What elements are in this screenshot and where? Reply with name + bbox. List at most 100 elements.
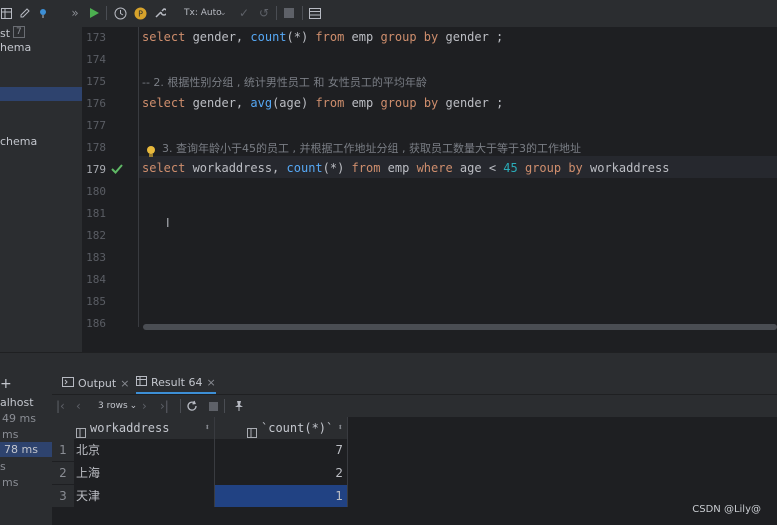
service-item-selected[interactable]: 78 ms xyxy=(0,442,52,457)
function-name: avg xyxy=(250,96,273,110)
result-toolbar: |‹ ‹ 3 rows ⌄ › ›| xyxy=(52,395,777,418)
toolbar-divider xyxy=(302,6,303,20)
keyword: select xyxy=(142,96,186,110)
close-icon[interactable]: × xyxy=(206,376,215,389)
column-header-workaddress[interactable]: workaddress ⬍ xyxy=(74,417,214,439)
keyword: where xyxy=(416,161,453,175)
lightbulb-icon[interactable] xyxy=(144,143,158,157)
sort-icon[interactable]: ⬍ xyxy=(338,417,343,439)
table-cell[interactable]: 天津 xyxy=(74,485,214,507)
code-text: emp xyxy=(380,161,417,175)
tab-result[interactable]: Result 64 × xyxy=(136,372,216,394)
rows-count-select[interactable]: 3 rows ⌄ xyxy=(98,397,137,415)
first-page-icon[interactable]: |‹ xyxy=(56,397,65,415)
table-cell[interactable]: 2 xyxy=(215,462,343,484)
column-header-label: workaddress xyxy=(90,421,170,435)
table-icon[interactable] xyxy=(308,4,322,22)
code-text: age < xyxy=(452,161,504,175)
run-icon[interactable] xyxy=(86,4,102,22)
code-line-179: select workaddress, count(*) from emp wh… xyxy=(142,161,669,175)
column-header-count[interactable]: `count(*)` ⬍ xyxy=(215,417,347,439)
table-cell-selected[interactable]: 1 xyxy=(215,485,347,507)
history-icon[interactable] xyxy=(112,4,128,22)
horizontal-scrollbar[interactable] xyxy=(143,324,777,330)
next-page-icon[interactable]: › xyxy=(142,397,147,415)
sql-editor[interactable]: select gender, count(*) from emp group b… xyxy=(138,27,777,352)
code-line-176: select gender, avg(age) from emp group b… xyxy=(142,96,503,110)
line-number: 181 xyxy=(86,207,106,220)
watermark: CSDN @Lily@ xyxy=(692,504,761,515)
table-cell[interactable]: 北京 xyxy=(74,439,214,461)
keyword: from xyxy=(351,161,381,175)
chevron-double-right-icon[interactable]: » xyxy=(68,4,82,22)
close-icon[interactable]: × xyxy=(120,377,129,390)
tree-item[interactable]: hema xyxy=(0,41,31,54)
tab-output[interactable]: Output × xyxy=(62,372,129,394)
grid-icon[interactable] xyxy=(0,4,12,22)
line-number: 183 xyxy=(86,251,106,264)
row-number: 3 xyxy=(52,485,74,507)
line-number: 178 xyxy=(86,141,106,154)
tab-result-label: Result 64 xyxy=(151,375,203,389)
number-literal: 45 xyxy=(503,161,518,175)
wrench-icon[interactable] xyxy=(152,4,168,22)
keyword: group by xyxy=(380,30,439,44)
refresh-icon[interactable] xyxy=(186,397,198,415)
code-comment-178: 3. 查询年龄小于45的员工 , 并根据工作地址分组 , 获取员工数量大于等于3… xyxy=(162,142,581,155)
column-header-label: `count(*)` xyxy=(261,421,334,435)
toolbar-divider xyxy=(106,6,107,20)
result-grid: workaddress ⬍ `count(*)` ⬍ 1 北京 7 2 上海 2… xyxy=(52,417,777,525)
code-line-173: select gender, count(*) from emp group b… xyxy=(142,30,503,44)
code-text: (*) xyxy=(322,161,352,175)
tree-item[interactable]: chema xyxy=(0,135,37,148)
service-item[interactable]: alhost xyxy=(0,396,34,409)
column-divider xyxy=(347,417,348,507)
services-panel: + alhost 49 ms ms 78 ms s ms xyxy=(0,372,52,525)
line-number: 175 xyxy=(86,75,106,88)
function-name: count xyxy=(250,30,287,44)
code-comment-175: -- 2. 根据性别分组 , 统计男性员工 和 女性员工的平均年龄 xyxy=(142,76,427,89)
stop-icon[interactable] xyxy=(282,4,296,22)
previous-page-icon[interactable]: ‹ xyxy=(76,397,81,415)
toolbar-divider xyxy=(180,399,181,413)
line-number: 179 xyxy=(86,163,106,176)
add-icon[interactable]: + xyxy=(0,376,12,392)
count-badge: 7 xyxy=(13,26,25,38)
edit-icon[interactable] xyxy=(18,4,32,22)
cell-value: 2 xyxy=(335,466,343,480)
service-time: 49 ms xyxy=(2,412,36,425)
code-text: gender ; xyxy=(438,30,504,44)
result-tabs: Output × Result 64 × xyxy=(52,372,777,395)
code-text: (age) xyxy=(272,96,316,110)
grid-icon xyxy=(136,375,147,389)
commit-icon[interactable]: ✓ xyxy=(236,4,252,22)
row-number: 2 xyxy=(52,462,74,484)
chevron-down-icon[interactable]: ⌄ xyxy=(218,4,228,22)
profile-icon[interactable]: P xyxy=(132,4,148,22)
service-time: ms xyxy=(2,476,19,489)
table-cell[interactable]: 7 xyxy=(215,439,343,461)
service-time: s xyxy=(0,460,6,473)
rollback-icon[interactable]: ↺ xyxy=(256,4,272,22)
tree-item-selected[interactable] xyxy=(0,87,82,101)
grid-corner xyxy=(52,417,74,439)
cell-value: 北京 xyxy=(76,443,101,457)
tree-item[interactable]: st xyxy=(0,27,10,40)
keyword: from xyxy=(315,96,345,110)
code-text: workaddress xyxy=(582,161,670,175)
pin-icon[interactable] xyxy=(36,4,50,22)
pin-icon[interactable] xyxy=(232,397,246,415)
cell-value: 天津 xyxy=(76,489,101,503)
sort-icon[interactable]: ⬍ xyxy=(205,417,210,439)
panel-separator[interactable] xyxy=(0,352,777,373)
row-number: 1 xyxy=(52,439,74,461)
stop-icon[interactable] xyxy=(208,397,218,415)
table-cell[interactable]: 上海 xyxy=(74,462,214,484)
text-cursor-icon: I xyxy=(166,216,170,230)
service-time: ms xyxy=(2,428,19,441)
tx-mode-label: Tx: Auto xyxy=(184,8,222,18)
chevron-down-icon: ⌄ xyxy=(129,401,138,411)
last-page-icon[interactable]: ›| xyxy=(160,397,169,415)
editor-margin xyxy=(138,27,139,327)
